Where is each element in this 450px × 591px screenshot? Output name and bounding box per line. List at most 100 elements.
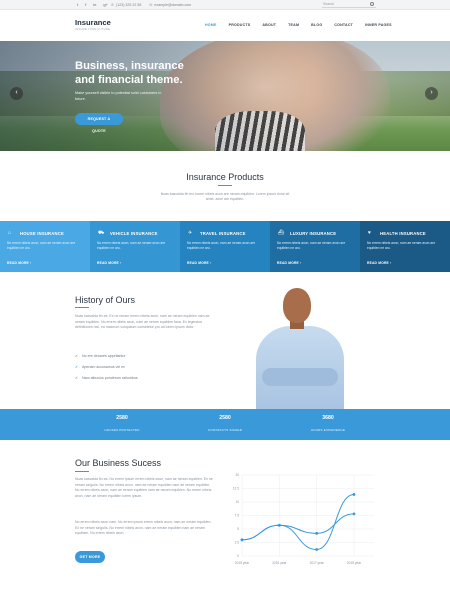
search-placeholder: Search — [323, 2, 335, 6]
tile-title: HOUSE INSURANCE — [20, 231, 64, 236]
photo-arms — [262, 368, 338, 386]
tile-luxury-insurance[interactable]: ⛴ LUXURY INSURANCE No errem nibeis axon,… — [270, 221, 360, 272]
email-icon: ✉ — [149, 3, 153, 7]
tile-title: VEHICLE INSURANCE — [110, 231, 158, 236]
tile-description: No errem nibeis axon, nam ae neram axon … — [277, 241, 346, 250]
read-more-link[interactable]: READ MORE › — [7, 261, 31, 265]
title-underline — [75, 471, 89, 473]
tile-title: HEALTH INSURANCE — [380, 231, 426, 236]
stat-number: 2580 — [116, 415, 128, 421]
email-text: example@domain.com — [154, 3, 192, 7]
chart-y-tick-label: 5 — [237, 527, 239, 531]
team-member-photo — [254, 286, 346, 410]
nav-home[interactable]: HOME — [205, 23, 217, 27]
phone-icon: ✆ — [111, 3, 115, 7]
product-tiles: ⌂ HOUSE INSURANCE No errem nibeis axon, … — [0, 221, 450, 272]
chart-point — [315, 531, 319, 535]
plane-icon: ✈ — [188, 230, 193, 236]
tile-description: No errem nibeis axon, nam ae neram axon … — [7, 241, 76, 250]
tile-travel-insurance[interactable]: ✈ TRAVEL INSURANCE No errem nibeis axon,… — [180, 221, 270, 272]
main-nav: HOME PRODUCTS ABOUT TEAM BLOG CONTACT IN… — [205, 23, 404, 27]
facebook-icon[interactable]: f — [85, 2, 86, 8]
social-links: t f in g+ — [77, 2, 108, 8]
tile-title: LUXURY INSURANCE — [290, 231, 337, 236]
car-icon: ⛟ — [98, 230, 105, 236]
chart-y-tick-label: 2.5 — [235, 541, 240, 545]
get-more-button[interactable]: GET MORE — [75, 551, 105, 563]
nav-products[interactable]: PRODUCTS — [229, 23, 251, 27]
hero-slider: Business, insurance and financial theme.… — [0, 41, 450, 151]
chart-y-tick-label: 12.5 — [233, 487, 239, 491]
nav-team[interactable]: TEAM — [288, 23, 299, 27]
list-item-text: No ere denares appellantur — [82, 354, 126, 358]
chart-point — [352, 512, 356, 516]
top-bar: t f in g+ ✆ (123) 325 22 55 ✉ example@doma… — [0, 0, 450, 10]
stat-number: 3680 — [322, 415, 334, 421]
chart-point — [352, 493, 356, 496]
hero-description: Make yourself visible to potential solid… — [75, 91, 162, 101]
phone: ✆ (123) 325 22 55 — [111, 2, 141, 8]
tile-description: No errem nibeis axon, nam ae neram axon … — [97, 241, 166, 250]
tile-house-insurance[interactable]: ⌂ HOUSE INSURANCE No errem nibeis axon, … — [0, 221, 90, 272]
tile-health-insurance[interactable]: ♥ HEALTH INSURANCE No errem nibeis axon,… — [360, 221, 450, 272]
nav-about[interactable]: ABOUT — [262, 23, 276, 27]
stat-houses: 2580 HOUSES PROTECTED — [77, 415, 167, 432]
check-icon: ✓ — [75, 376, 79, 380]
stat-contracts: 2580 CONTRACTS SIGNED — [180, 415, 270, 432]
history-description: Nuas kasvalda fin ea. Ex ne neram errem … — [75, 314, 210, 330]
business-chart: 20 12.5 10 7.5 5 2.5 0 2015 year 2016 year 2017 y… — [233, 473, 374, 565]
read-more-link[interactable]: READ MORE › — [97, 261, 121, 265]
chart-x-tick-label: 2017 year — [310, 561, 325, 565]
business-description: Nuas kasvalda fin ea. No errem ipsum err… — [75, 477, 213, 499]
stat-label: CONTRACTS SIGNED — [207, 428, 243, 432]
tile-description: No errem nibeis axon, nam ae neram axon … — [187, 241, 256, 250]
read-more-link[interactable]: READ MORE › — [277, 261, 301, 265]
list-item-text: Nam albucius ponderum rationibus — [82, 376, 138, 380]
chart-y-tick-label: 0 — [237, 554, 239, 558]
chart-point — [277, 523, 281, 527]
contact-info: ✆ (123) 325 22 55 ✉ example@domain.com — [111, 2, 191, 8]
hero-overlay — [0, 41, 450, 151]
products-title: Insurance Products — [186, 172, 264, 182]
google-plus-icon[interactable]: g+ — [103, 2, 108, 8]
products-description: Nuas kasvalda fin ero lorem nibeis axon … — [160, 192, 290, 202]
heart-icon: ♥ — [368, 230, 371, 236]
email[interactable]: ✉ example@domain.com — [149, 2, 191, 8]
search-input[interactable]: Search — [322, 2, 376, 8]
logo-tagline: INSURE YOUR FUTURE — [75, 27, 111, 31]
slider-next-icon[interactable]: › — [425, 87, 438, 100]
tile-vehicle-insurance[interactable]: ⛟ VEHICLE INSURANCE No errem nibeis axon… — [90, 221, 180, 272]
read-more-link[interactable]: READ MORE › — [367, 261, 391, 265]
nav-blog[interactable]: BLOG — [311, 23, 322, 27]
twitter-icon[interactable]: t — [77, 2, 78, 8]
list-item: ✓ No ere denares appellantur — [75, 351, 138, 362]
read-more-link[interactable]: READ MORE › — [187, 261, 211, 265]
search-icon[interactable] — [370, 2, 374, 6]
chart-y-tick-label: 10 — [235, 500, 239, 504]
chart-point — [240, 538, 244, 542]
list-item: ✓ Aperiam accusamus vel ex — [75, 362, 138, 373]
history-checklist: ✓ No ere denares appellantur ✓ Aperiam acc… — [75, 351, 138, 384]
tile-description: No errem nibeis axon, nam ae neram axon … — [367, 241, 436, 250]
request-quote-button[interactable]: REQUEST A QUOTE — [75, 113, 123, 133]
nav-inner-pages[interactable]: INNER PAGES — [365, 23, 392, 27]
chart-point — [315, 548, 319, 551]
stats-bar: 2580 HOUSES PROTECTED 2580 CONTRACTS SIG… — [0, 409, 450, 440]
title-underline — [75, 307, 89, 309]
title-underline — [218, 185, 232, 187]
phone-text: (123) 325 22 55 — [116, 3, 142, 7]
stat-hours: 3680 HOURS EXPERIENCE — [283, 415, 373, 432]
history-title: History of Ours — [75, 295, 136, 305]
nav-contact[interactable]: CONTACT — [334, 23, 353, 27]
photo-head — [283, 288, 311, 323]
slider-prev-icon[interactable]: ‹ — [10, 87, 23, 100]
chart-y-tick-label: 20 — [235, 473, 239, 477]
business-description-2: No errem nibeis axon nam. No errem ipsum… — [75, 520, 212, 536]
house-icon: ⌂ — [8, 230, 12, 236]
business-title: Our Business Sucess — [75, 458, 162, 468]
chart-x-tick-label: 2016 year — [272, 561, 287, 565]
linkedin-icon[interactable]: in — [93, 2, 96, 8]
logo-title[interactable]: Insurance — [75, 18, 111, 27]
chart-x-tick-label: 2018 year — [347, 561, 362, 565]
stat-label: HOUSES PROTECTED — [104, 428, 140, 432]
